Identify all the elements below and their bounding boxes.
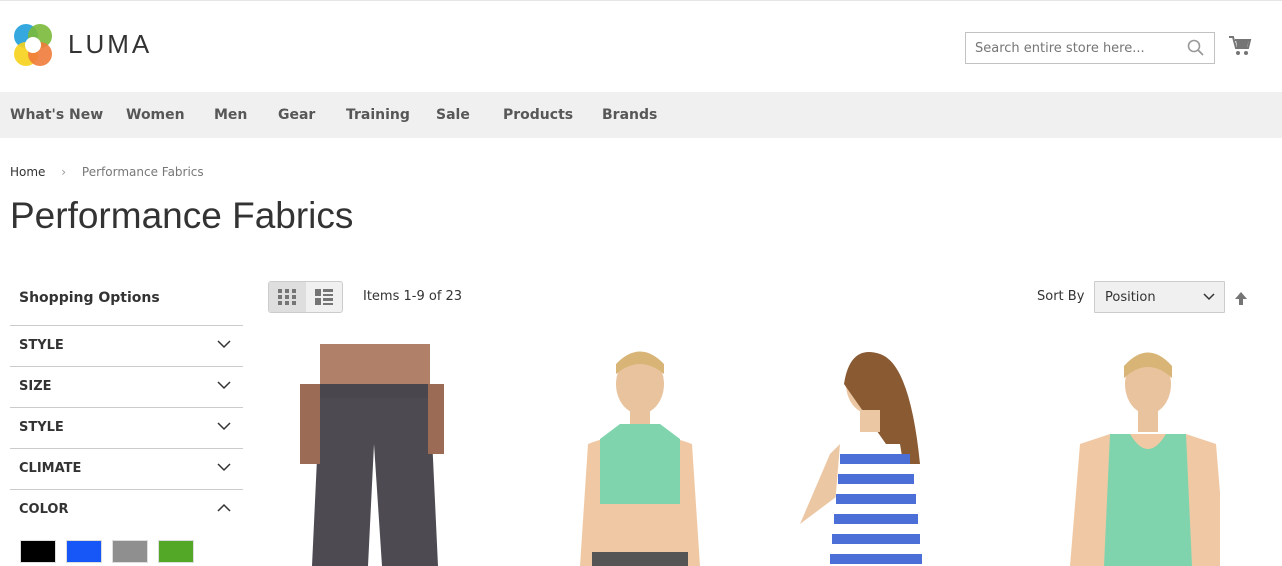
chevron-down-icon: [217, 340, 231, 349]
list-icon: [314, 289, 333, 305]
main-nav: What's New Women Men Gear Training Sale …: [0, 92, 1282, 138]
breadcrumb-separator: ›: [61, 165, 67, 179]
grid-icon: [278, 289, 297, 305]
nav-products[interactable]: Products: [503, 107, 573, 123]
logo-text: LUMA: [68, 29, 153, 59]
cart-icon[interactable]: [1228, 35, 1252, 57]
product-image-sports-bra[interactable]: [560, 344, 720, 566]
product-image-pants[interactable]: [290, 344, 450, 566]
swatch-green[interactable]: [158, 540, 194, 563]
search-icon[interactable]: [1187, 39, 1205, 57]
filter-style[interactable]: STYLE: [10, 325, 243, 366]
nav-men[interactable]: Men: [214, 107, 247, 123]
search-input[interactable]: [965, 32, 1215, 64]
chevron-down-icon: [1203, 293, 1215, 301]
page-title: Performance Fabrics: [10, 195, 354, 236]
list-mode-button[interactable]: [306, 282, 343, 312]
chevron-down-icon: [217, 381, 231, 390]
view-mode-switcher: [268, 281, 343, 313]
filter-label: COLOR: [19, 502, 69, 517]
nav-gear[interactable]: Gear: [278, 107, 315, 123]
swatch-black[interactable]: [20, 540, 56, 563]
chevron-up-icon: [217, 503, 231, 512]
filter-climate[interactable]: CLIMATE: [10, 448, 243, 489]
filter-label: STYLE: [19, 420, 64, 435]
swatch-blue[interactable]: [66, 540, 102, 563]
chevron-down-icon: [217, 463, 231, 472]
filter-label: STYLE: [19, 338, 64, 353]
nav-brands[interactable]: Brands: [602, 107, 657, 123]
filter-size[interactable]: SIZE: [10, 366, 243, 407]
filter-color[interactable]: COLOR: [10, 489, 243, 530]
grid-mode-button[interactable]: [269, 282, 306, 312]
breadcrumb: Home › Performance Fabrics: [10, 165, 204, 179]
nav-sale[interactable]: Sale: [436, 107, 470, 123]
product-image-striped-tank[interactable]: [800, 344, 960, 566]
nav-whats-new[interactable]: What's New: [10, 107, 103, 123]
swatch-gray[interactable]: [112, 540, 148, 563]
nav-training[interactable]: Training: [346, 107, 410, 123]
filter-style-2[interactable]: STYLE: [10, 407, 243, 448]
sort-label: Sort By: [1037, 289, 1085, 304]
filter-label: SIZE: [19, 379, 52, 394]
sidebar-title: Shopping Options: [19, 290, 160, 306]
sort-direction-arrow-icon[interactable]: [1234, 291, 1248, 305]
luma-logo[interactable]: [10, 23, 60, 69]
breadcrumb-current: Performance Fabrics: [81, 165, 204, 179]
nav-women[interactable]: Women: [126, 107, 185, 123]
items-count: Items 1-9 of 23: [363, 289, 463, 304]
chevron-down-icon: [217, 422, 231, 431]
breadcrumb-home[interactable]: Home: [10, 165, 45, 179]
product-image-tank-top[interactable]: [1060, 344, 1220, 566]
filter-label: CLIMATE: [19, 461, 82, 476]
